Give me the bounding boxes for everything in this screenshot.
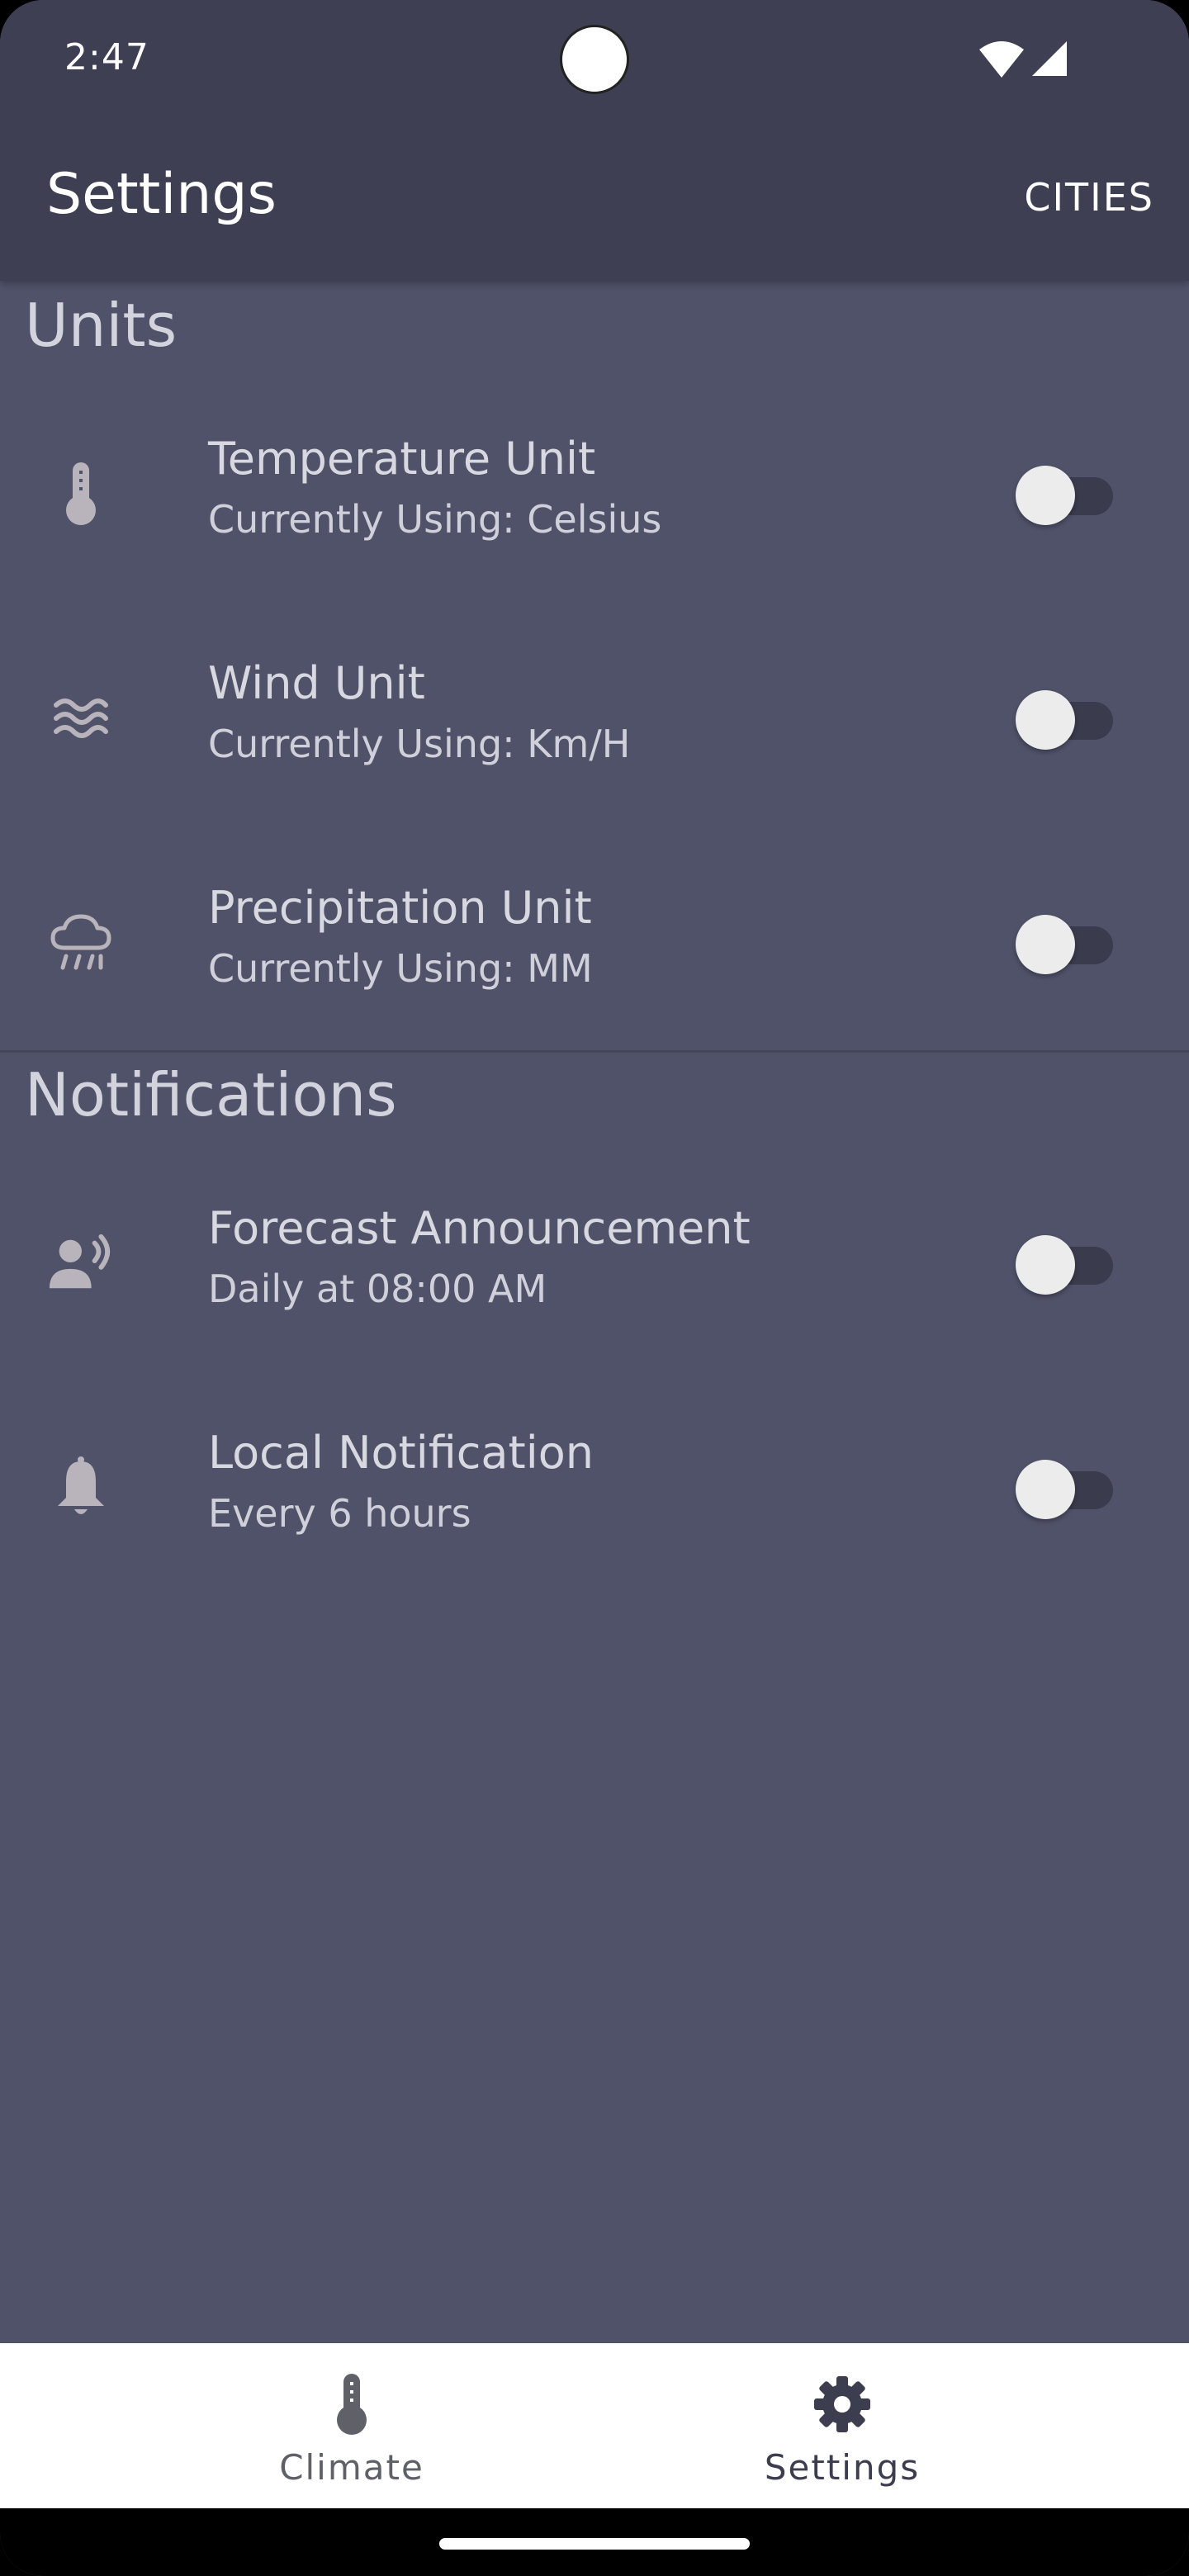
local-notification-subtitle: Every 6 hours — [208, 1491, 471, 1536]
bell-icon — [48, 1455, 114, 1521]
status-icons — [979, 41, 1067, 81]
camera-cutout — [560, 25, 629, 94]
page-title: Settings — [46, 162, 277, 227]
toggle-thumb — [1016, 1460, 1075, 1519]
precipitation-unit-title: Precipitation Unit — [208, 882, 592, 934]
wind-unit-title: Wind Unit — [208, 657, 425, 709]
toggle-thumb — [1016, 1235, 1075, 1295]
wifi-icon — [979, 41, 1024, 81]
nav-item-settings[interactable]: Settings — [545, 2343, 1139, 2508]
settings-screen: 2:47 Settings CITIES Units Temperature U… — [0, 0, 1189, 2576]
units-section-title: Units — [25, 291, 178, 360]
wind-unit-subtitle: Currently Using: Km/H — [208, 722, 631, 766]
cities-button[interactable]: CITIES — [1024, 175, 1154, 220]
precipitation-unit-toggle[interactable] — [1016, 915, 1113, 976]
signal-icon — [1032, 41, 1067, 81]
forecast-announcement-toggle[interactable] — [1016, 1235, 1113, 1296]
toggle-thumb — [1016, 466, 1075, 525]
local-notification-title: Local Notification — [208, 1427, 594, 1479]
voice-announcement-icon — [48, 1230, 114, 1296]
precipitation-unit-subtitle: Currently Using: MM — [208, 946, 593, 991]
precipitation-unit-row[interactable]: Precipitation Unit Currently Using: MM — [0, 844, 1189, 1042]
app-header: 2:47 Settings CITIES — [0, 0, 1189, 281]
forecast-announcement-row[interactable]: Forecast Announcement Daily at 08:00 AM — [0, 1164, 1189, 1362]
rain-cloud-icon — [48, 910, 114, 976]
toggle-thumb — [1016, 690, 1075, 750]
bottom-navigation: Climate Settings — [0, 2343, 1189, 2508]
home-gesture-bar[interactable] — [439, 2538, 750, 2550]
temperature-unit-subtitle: Currently Using: Celsius — [208, 497, 662, 542]
temperature-unit-row[interactable]: Temperature Unit Currently Using: Celsiu… — [0, 395, 1189, 593]
temperature-unit-title: Temperature Unit — [208, 433, 596, 485]
wind-icon — [48, 685, 114, 751]
forecast-announcement-title: Forecast Announcement — [208, 1202, 751, 1254]
wind-unit-toggle[interactable] — [1016, 690, 1113, 751]
gear-icon — [809, 2371, 875, 2437]
nav-label-settings: Settings — [764, 2447, 921, 2488]
thermometer-icon — [319, 2371, 385, 2437]
section-divider — [0, 1050, 1189, 1053]
temperature-unit-toggle[interactable] — [1016, 466, 1113, 527]
thermometer-icon — [48, 461, 114, 527]
forecast-announcement-subtitle: Daily at 08:00 AM — [208, 1267, 547, 1311]
toggle-thumb — [1016, 915, 1075, 974]
notifications-section-title: Notifications — [25, 1060, 397, 1129]
local-notification-row[interactable]: Local Notification Every 6 hours — [0, 1389, 1189, 1587]
status-time: 2:47 — [64, 36, 149, 78]
gesture-area — [0, 2508, 1189, 2576]
local-notification-toggle[interactable] — [1016, 1460, 1113, 1521]
wind-unit-row[interactable]: Wind Unit Currently Using: Km/H — [0, 619, 1189, 817]
